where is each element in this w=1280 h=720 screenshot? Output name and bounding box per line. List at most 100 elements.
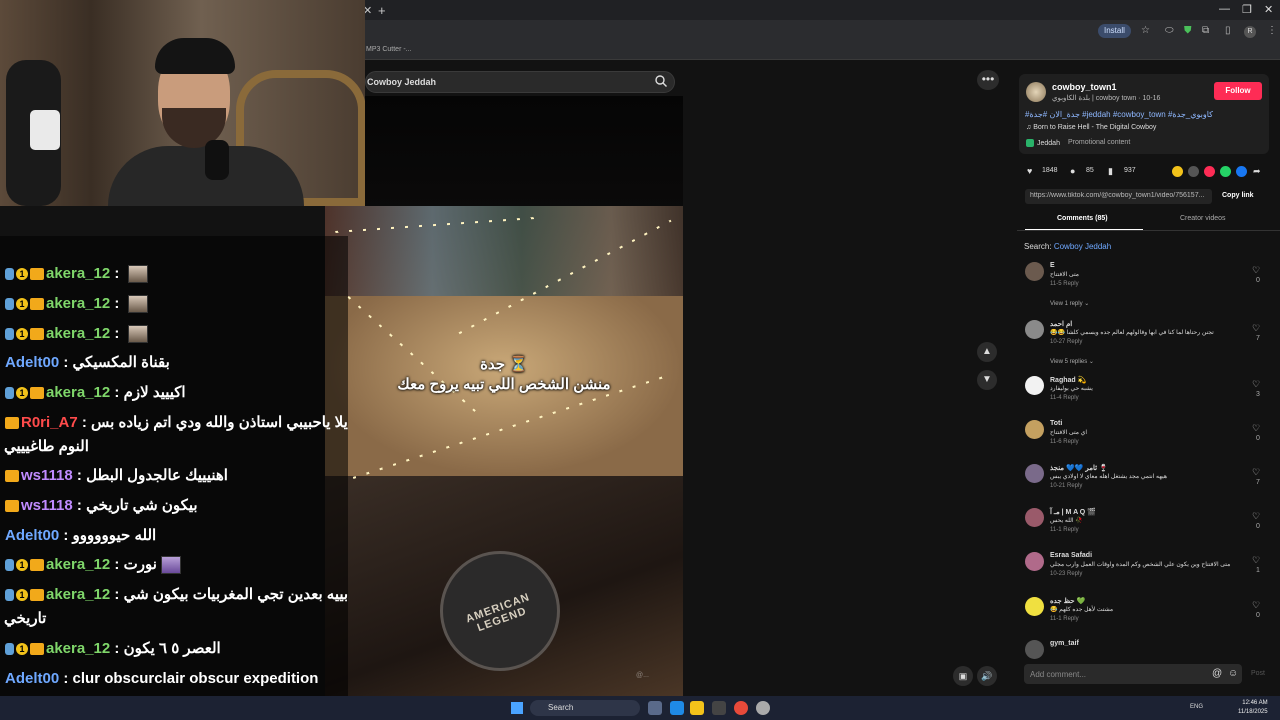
comment-avatar[interactable] <box>1025 262 1044 281</box>
next-video-button[interactable]: ▼ <box>977 370 997 390</box>
comment-username[interactable]: gym_taif <box>1050 640 1079 647</box>
comment-meta[interactable]: 11-1 Reply <box>1050 527 1079 533</box>
comment-meta[interactable]: 10-21 Reply <box>1050 483 1082 489</box>
search-input[interactable]: Cowboy Jeddah <box>367 77 436 87</box>
comment-like-icon[interactable]: ♡ <box>1252 600 1260 611</box>
clock[interactable]: 12:46 AM 11/18/2025 <box>1238 699 1268 717</box>
post-button[interactable]: Post <box>1251 670 1265 677</box>
comment-like-icon[interactable]: ♡ <box>1252 423 1260 434</box>
chat-username[interactable]: R0ri_A7 <box>21 414 78 431</box>
whatsapp-icon[interactable] <box>1220 166 1231 177</box>
new-tab-icon[interactable]: + <box>378 3 386 18</box>
bookmark-icon[interactable]: ▮ <box>1108 166 1118 176</box>
comment-meta[interactable]: 10-23 Reply <box>1050 571 1082 577</box>
tab-comments[interactable]: Comments (85) <box>1057 215 1108 222</box>
search-suggestion-term[interactable]: Cowboy Jeddah <box>1054 242 1111 251</box>
chat-username[interactable]: Adelt00 <box>5 670 59 687</box>
close-window-icon[interactable]: ✕ <box>1264 3 1273 16</box>
volume-button[interactable]: 🔊 <box>977 666 997 686</box>
install-app-button[interactable]: Install <box>1098 24 1131 38</box>
music-link[interactable]: ♫ Born to Raise Hell - The Digital Cowbo… <box>1026 124 1156 131</box>
share-link[interactable]: https://www.tiktok.com/@cowboy_town1/vid… <box>1030 192 1210 199</box>
comment-meta[interactable]: 11-6 Reply <box>1050 439 1079 445</box>
menu-icon[interactable]: ⋮ <box>1267 25 1277 36</box>
comment-username[interactable]: E <box>1050 262 1055 269</box>
comment-username[interactable]: ثامر 💙💙 منجذ 🍷 <box>1050 464 1108 472</box>
mention-icon[interactable]: @ <box>1212 668 1222 679</box>
app-icon[interactable] <box>756 701 770 715</box>
task-view-icon[interactable] <box>648 701 662 715</box>
comment-username[interactable]: مـ آ | M A Q 🎬 <box>1050 508 1096 516</box>
comment-like-icon[interactable]: ♡ <box>1252 555 1260 566</box>
comment-like-icon[interactable]: ♡ <box>1252 511 1260 522</box>
search-icon[interactable] <box>654 74 668 88</box>
maximize-icon[interactable]: ❐ <box>1242 3 1252 16</box>
comment-avatar[interactable] <box>1025 640 1044 659</box>
video-player[interactable]: AMERICAN LEGEND <box>325 96 683 696</box>
chat-username[interactable]: akera_12 <box>46 640 110 657</box>
comment-username[interactable]: حظ جده 💚 <box>1050 597 1085 605</box>
chat-username[interactable]: akera_12 <box>46 586 110 603</box>
comment-like-icon[interactable]: ♡ <box>1252 323 1260 334</box>
profile-avatar[interactable]: R <box>1244 26 1256 38</box>
more-options-button[interactable]: ••• <box>977 70 999 90</box>
comment-username[interactable]: ام احمد <box>1050 320 1072 328</box>
chat-username[interactable]: akera_12 <box>46 265 110 282</box>
comment-like-icon[interactable]: ♡ <box>1252 379 1260 390</box>
extension-icon[interactable]: ⬭ <box>1165 25 1174 36</box>
search-suggestion[interactable]: Search: Cowboy Jeddah <box>1024 242 1111 251</box>
hashtags[interactable]: #جدة_الان #جدة #jeddah #cowboy_town #كاو… <box>1025 110 1213 119</box>
chat-username[interactable]: akera_12 <box>46 325 110 342</box>
shield-icon[interactable]: ⛊ <box>1184 25 1192 36</box>
comment-avatar[interactable] <box>1025 464 1044 483</box>
chrome-icon[interactable] <box>734 701 748 715</box>
share-repost-icon[interactable] <box>1172 166 1183 177</box>
store-icon[interactable] <box>712 701 726 715</box>
comment-username[interactable]: Raghad 💫 <box>1050 376 1086 384</box>
embed-icon[interactable] <box>1188 166 1199 177</box>
comment-avatar[interactable] <box>1025 320 1044 339</box>
emoji-icon[interactable]: ☺ <box>1228 668 1238 679</box>
tab-creator-videos[interactable]: Creator videos <box>1180 215 1226 222</box>
puzzle-icon[interactable]: ⧉ <box>1202 25 1209 36</box>
facebook-icon[interactable] <box>1236 166 1247 177</box>
share-arrow-icon[interactable]: ➦ <box>1253 166 1263 176</box>
chat-username[interactable]: ws1118 <box>21 467 73 484</box>
location-link[interactable]: Jeddah <box>1026 139 1060 147</box>
share-send-icon[interactable] <box>1204 166 1215 177</box>
comment-username[interactable]: Toti <box>1050 420 1062 427</box>
chat-username[interactable]: akera_12 <box>46 556 110 573</box>
author-username[interactable]: cowboy_town1 <box>1052 82 1117 92</box>
comment-meta[interactable]: 11-5 Reply <box>1050 281 1079 287</box>
like-icon[interactable]: ♥ <box>1027 166 1037 176</box>
comment-like-icon[interactable]: ♡ <box>1252 265 1260 276</box>
comment-like-icon[interactable]: ♡ <box>1252 467 1260 478</box>
language-indicator[interactable]: ENG <box>1190 704 1203 710</box>
comment-meta[interactable]: 10-27 Reply <box>1050 339 1082 345</box>
split-icon[interactable]: ▯ <box>1225 25 1231 36</box>
file-explorer-icon[interactable] <box>690 701 704 715</box>
chat-username[interactable]: Adelt00 <box>5 354 59 371</box>
edge-icon[interactable] <box>670 701 684 715</box>
comment-avatar[interactable] <box>1025 376 1044 395</box>
comment-avatar[interactable] <box>1025 508 1044 527</box>
chat-username[interactable]: ws1118 <box>21 497 73 514</box>
chat-username[interactable]: Adelt00 <box>5 527 59 544</box>
comment-meta[interactable]: 11-4 Reply <box>1050 395 1079 401</box>
view-replies-button[interactable]: View 1 reply ⌄ <box>1050 300 1089 307</box>
comment-avatar[interactable] <box>1025 420 1044 439</box>
comment-avatar[interactable] <box>1025 552 1044 571</box>
minimize-icon[interactable]: — <box>1219 3 1230 15</box>
taskbar-search[interactable]: Search <box>530 700 640 716</box>
view-replies-button[interactable]: View 5 replies ⌄ <box>1050 358 1094 365</box>
previous-video-button[interactable]: ▲ <box>977 342 997 362</box>
captions-button[interactable]: ▣ <box>953 666 973 686</box>
comment-icon[interactable]: ● <box>1070 166 1080 176</box>
bookmark-mp3-cutter[interactable]: MP3 Cutter -... <box>366 46 412 53</box>
comment-avatar[interactable] <box>1025 597 1044 616</box>
star-icon[interactable]: ☆ <box>1141 25 1150 36</box>
chat-username[interactable]: akera_12 <box>46 295 110 312</box>
comment-meta[interactable]: 11-1 Reply <box>1050 616 1079 622</box>
author-avatar[interactable] <box>1026 82 1046 102</box>
chat-username[interactable]: akera_12 <box>46 384 110 401</box>
